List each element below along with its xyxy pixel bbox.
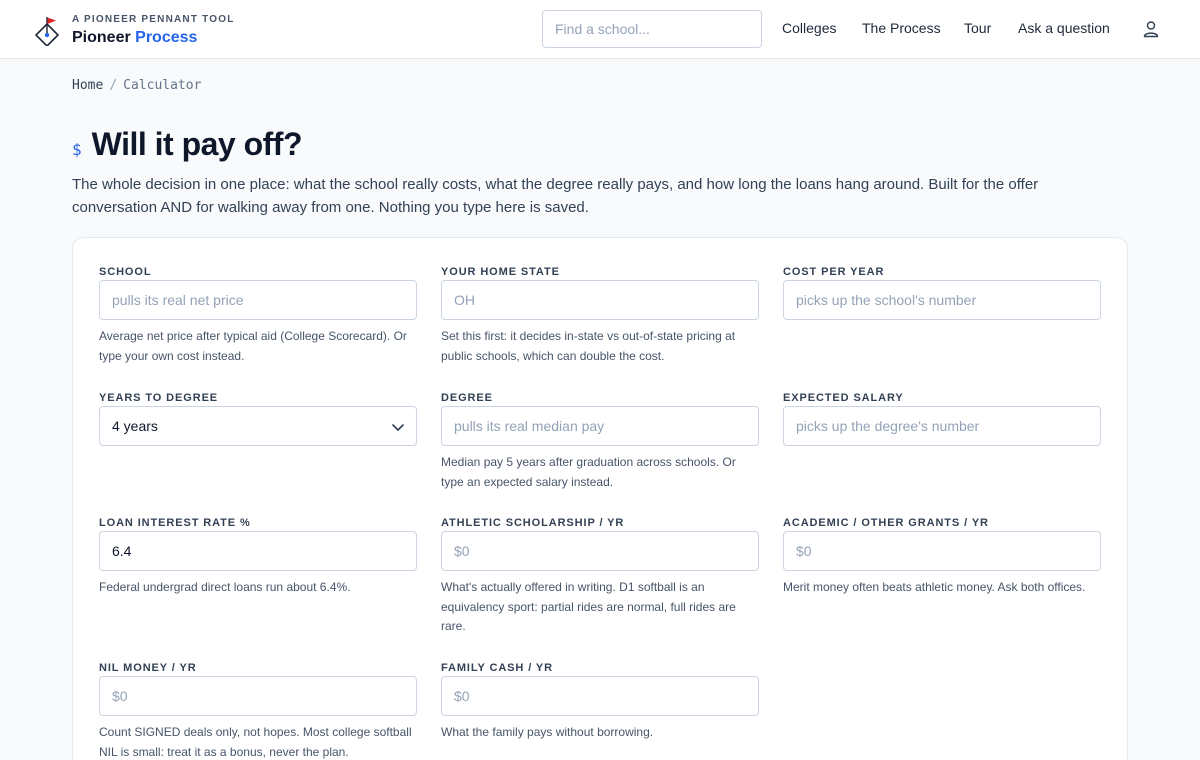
athletic-scholarship-label: ATHLETIC SCHOLARSHIP / YR [441, 517, 625, 529]
loan-rate-field: LOAN INTEREST RATE % Federal undergrad d… [99, 516, 417, 594]
breadcrumb: Home / Calculator [72, 78, 201, 93]
athletic-scholarship-field: ATHLETIC SCHOLARSHIP / YR What's actuall… [441, 516, 759, 633]
home-state-input[interactable] [441, 280, 759, 320]
family-cash-label: FAMILY CASH / YR [441, 662, 553, 674]
brand-name: Pioneer Process [72, 28, 235, 48]
school-label: SCHOOL [99, 266, 152, 278]
home-state-field: YOUR HOME STATE Set this first: it decid… [441, 265, 759, 363]
years-to-degree-field: YEARS TO DEGREE 4 years [99, 391, 417, 446]
page-header: $ Will it pay off? [72, 126, 303, 163]
athletic-scholarship-help: What's actually offered in writing. D1 s… [441, 580, 736, 633]
breadcrumb-home[interactable]: Home [72, 78, 103, 93]
dollar-icon: $ [72, 140, 82, 159]
breadcrumb-current: Calculator [123, 78, 202, 93]
years-to-degree-value: 4 years [112, 418, 158, 434]
degree-field: DEGREE Median pay 5 years after graduati… [441, 391, 759, 489]
brand-kicker: A PIONEER PENNANT TOOL [72, 14, 235, 25]
athletic-scholarship-input[interactable] [441, 531, 759, 571]
loan-rate-input[interactable] [99, 531, 417, 571]
brand-name-accent: Process [135, 29, 198, 46]
degree-help: Median pay 5 years after graduation acro… [441, 455, 736, 489]
nil-money-help: Count SIGNED deals only, not hopes. Most… [99, 725, 412, 759]
family-cash-field: FAMILY CASH / YR What the family pays wi… [441, 661, 759, 739]
degree-label: DEGREE [441, 392, 493, 404]
page-intro: The whole decision in one place: what th… [72, 176, 1039, 216]
cost-per-year-input[interactable] [783, 280, 1101, 320]
years-to-degree-select[interactable]: 4 years [99, 406, 417, 446]
years-to-degree-label: YEARS TO DEGREE [99, 392, 219, 404]
cost-per-year-label: COST PER YEAR [783, 266, 885, 278]
loan-rate-help: Federal undergrad direct loans run about… [99, 580, 351, 594]
cost-per-year-field: COST PER YEAR [783, 265, 1101, 320]
grants-field: ACADEMIC / OTHER GRANTS / YR Merit money… [783, 516, 1101, 594]
nil-money-label: NIL MONEY / YR [99, 662, 197, 674]
expected-salary-label: EXPECTED SALARY [783, 392, 904, 404]
nav-tour[interactable]: Tour [964, 20, 991, 36]
nav-colleges[interactable]: Colleges [782, 20, 836, 36]
page-title: Will it pay off? [91, 126, 303, 162]
family-cash-input[interactable] [441, 676, 759, 716]
grants-help: Merit money often beats athletic money. … [783, 580, 1086, 594]
breadcrumb-separator: / [109, 78, 118, 93]
brand-name-primary: Pioneer [72, 29, 131, 46]
nav-ask-a-question[interactable]: Ask a question [1018, 20, 1110, 36]
degree-input[interactable] [441, 406, 759, 446]
nil-money-input[interactable] [99, 676, 417, 716]
school-search-input[interactable] [542, 10, 762, 48]
school-input[interactable] [99, 280, 417, 320]
top-navigation-bar: A PIONEER PENNANT TOOL Pioneer Process C… [0, 0, 1200, 59]
user-icon[interactable] [1142, 20, 1160, 38]
expected-salary-input[interactable] [783, 406, 1101, 446]
brand[interactable]: A PIONEER PENNANT TOOL Pioneer Process [34, 14, 235, 48]
nav-the-process[interactable]: The Process [862, 20, 941, 36]
grants-input[interactable] [783, 531, 1101, 571]
home-state-help: Set this first: it decides in-state vs o… [441, 329, 736, 363]
family-cash-help: What the family pays without borrowing. [441, 725, 654, 739]
home-state-label: YOUR HOME STATE [441, 266, 560, 278]
chevron-down-icon [392, 424, 404, 431]
expected-salary-field: EXPECTED SALARY [783, 391, 1101, 446]
loan-rate-label: LOAN INTEREST RATE % [99, 517, 251, 529]
school-help: Average net price after typical aid (Col… [99, 329, 407, 363]
school-field: SCHOOL Average net price after typical a… [99, 265, 417, 363]
calculator-form-card: SCHOOL Average net price after typical a… [72, 237, 1128, 760]
nil-money-field: NIL MONEY / YR Count SIGNED deals only, … [99, 661, 417, 759]
pennant-compass-icon [34, 17, 60, 46]
grants-label: ACADEMIC / OTHER GRANTS / YR [783, 517, 989, 529]
